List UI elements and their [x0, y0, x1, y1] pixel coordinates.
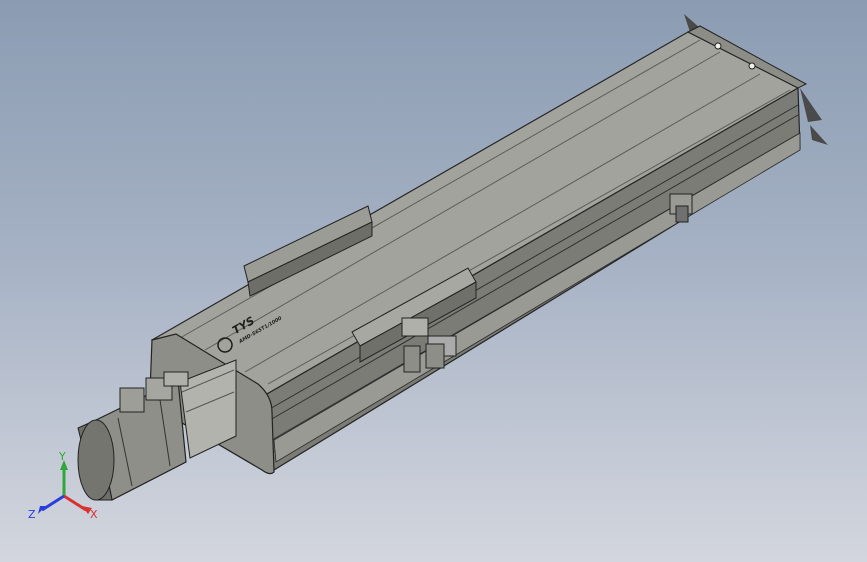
x-axis-label: X: [90, 508, 98, 521]
cad-viewport[interactable]: TYS AMD-S65T1/1000 Y X Z: [0, 0, 867, 562]
z-axis-label: Z: [28, 508, 36, 521]
linear-actuator-model[interactable]: TYS AMD-S65T1/1000 Y X Z: [0, 0, 867, 562]
far-cap-bolt: [748, 62, 756, 70]
x-axis-arrow: [63, 494, 87, 512]
servo-motor[interactable]: [77, 371, 189, 501]
z-axis-arrow: [41, 494, 65, 512]
y-axis-label: Y: [58, 450, 66, 463]
far-cap-bolt: [714, 42, 722, 50]
